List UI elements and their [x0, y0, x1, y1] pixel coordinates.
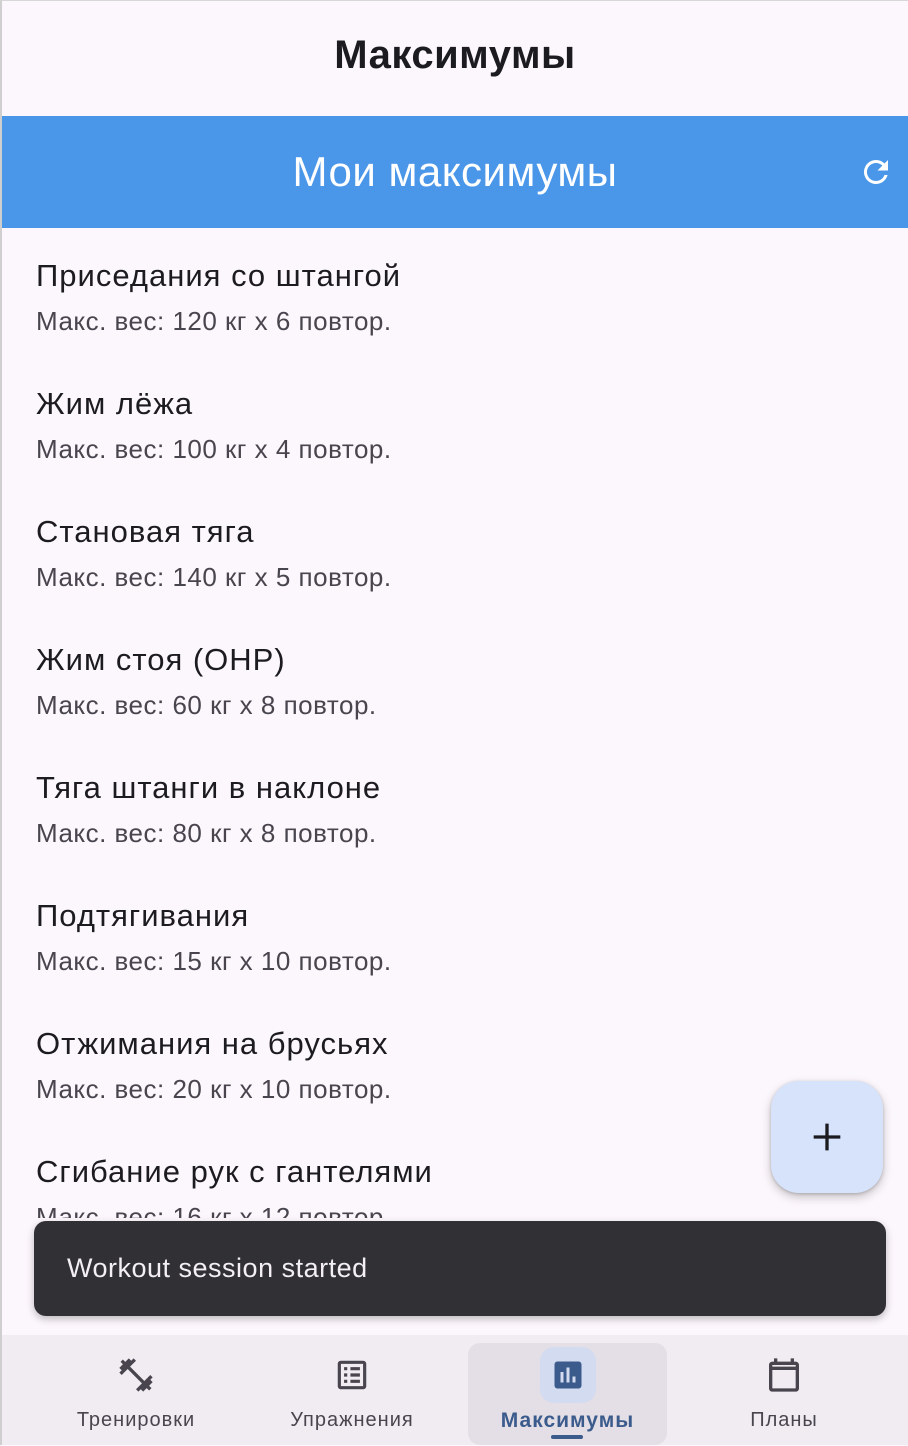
record-name: Жим стоя (OHP): [36, 642, 286, 677]
record-detail: Макс. вес: 15 кг х 10 повтор.: [36, 946, 392, 976]
record-detail: Макс. вес: 16 кг х 12 повтор.: [36, 1202, 392, 1218]
record-name: Отжимания на брусьях: [36, 1026, 389, 1061]
record-detail: Макс. вес: 140 кг х 5 повтор.: [36, 562, 392, 592]
list-item[interactable]: Жим стоя (OHP) Макс. вес: 60 кг х 8 повт…: [36, 612, 756, 740]
dumbbell-icon: [119, 1358, 153, 1392]
plus-icon: [813, 1123, 841, 1151]
section-title: Мои максимумы: [292, 148, 618, 195]
list-item[interactable]: Тяга штанги в наклоне Макс. вес: 80 кг х…: [36, 740, 756, 868]
record-name: Сгибание рук с гантелями: [36, 1154, 433, 1189]
records-list: Приседания со штангой Макс. вес: 120 кг …: [2, 228, 908, 1218]
list-item[interactable]: Отжимания на брусьях Макс. вес: 20 кг х …: [36, 996, 756, 1124]
record-name: Становая тяга: [36, 514, 255, 549]
nav-label: Упражнения: [290, 1409, 414, 1431]
list-item[interactable]: Жим лёжа Макс. вес: 100 кг х 4 повтор.: [36, 356, 756, 484]
nav-item-plans[interactable]: Планы: [684, 1335, 884, 1445]
record-detail: Макс. вес: 120 кг х 6 повтор.: [36, 306, 392, 336]
refresh-icon: [863, 159, 888, 184]
section-header: Мои максимумы: [2, 116, 908, 228]
add-record-button[interactable]: [771, 1081, 883, 1193]
active-tab-indicator: [551, 1435, 583, 1439]
record-name: Жим лёжа: [36, 386, 194, 421]
calendar-icon: [769, 1358, 799, 1392]
record-name: Тяга штанги в наклоне: [36, 770, 382, 805]
nav-item-maximums[interactable]: Максимумы: [468, 1335, 667, 1445]
list-item[interactable]: Приседания со штангой Макс. вес: 120 кг …: [36, 228, 756, 356]
app-bar: Максимумы: [2, 1, 908, 116]
record-name: Подтягивания: [36, 898, 250, 933]
nav-label: Планы: [750, 1409, 818, 1431]
record-detail: Макс. вес: 100 кг х 4 повтор.: [36, 434, 392, 464]
snackbar-message: Workout session started: [67, 1253, 368, 1283]
nav-label: Тренировки: [76, 1409, 196, 1431]
snackbar: Workout session started: [34, 1221, 886, 1316]
nav-item-workouts[interactable]: Тренировки: [36, 1335, 236, 1445]
record-detail: Макс. вес: 80 кг х 8 повтор.: [36, 818, 377, 848]
nav-item-exercises[interactable]: Упражнения: [252, 1335, 452, 1445]
list-item[interactable]: Сгибание рук с гантелями Макс. вес: 16 к…: [36, 1124, 756, 1218]
record-detail: Макс. вес: 60 кг х 8 повтор.: [36, 690, 377, 720]
record-name: Приседания со штангой: [36, 258, 402, 293]
page-title: Максимумы: [334, 33, 576, 77]
refresh-button[interactable]: [856, 152, 896, 192]
list-item[interactable]: Становая тяга Макс. вес: 140 кг х 5 повт…: [36, 484, 756, 612]
bottom-navigation: Тренировки Упражнения Максимумы Планы: [2, 1335, 908, 1445]
record-detail: Макс. вес: 20 кг х 10 повтор.: [36, 1074, 392, 1104]
nav-label: Максимумы: [500, 1409, 635, 1432]
app-window: Максимумы Мои максимумы Приседания со шт…: [0, 0, 908, 1445]
bar-chart-icon: [554, 1361, 581, 1389]
list-item[interactable]: Подтягивания Макс. вес: 15 кг х 10 повто…: [36, 868, 756, 996]
list-icon: [337, 1360, 367, 1390]
